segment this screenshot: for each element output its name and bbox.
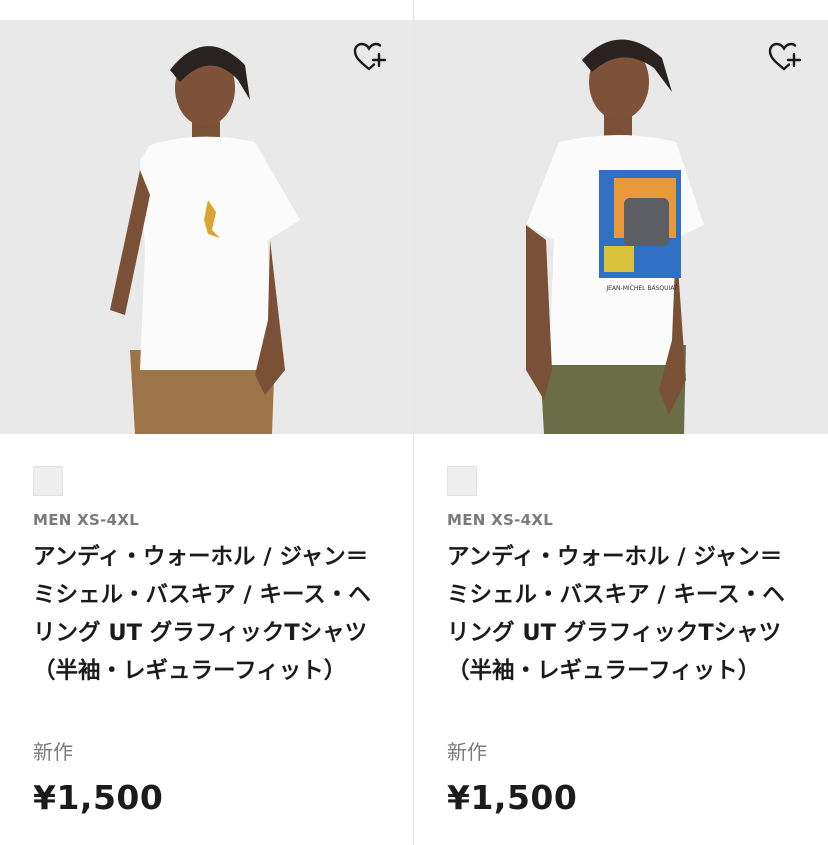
product-image[interactable] [0, 20, 413, 434]
new-tag: 新作 [33, 740, 73, 764]
top-spacer [0, 0, 828, 20]
gender-size: MEN XS-4XL [447, 511, 554, 529]
product-price: ¥1,500 [447, 778, 578, 817]
gender-size: MEN XS-4XL [33, 511, 140, 529]
product-grid: MEN XS-4XL アンディ・ウォーホル / ジャン＝ミシェル・バスキア / … [0, 0, 828, 845]
color-swatch[interactable] [33, 466, 63, 496]
product-name[interactable]: アンディ・ウォーホル / ジャン＝ミシェル・バスキア / キース・ヘリング UT… [33, 538, 388, 690]
product-name[interactable]: アンディ・ウォーホル / ジャン＝ミシェル・バスキア / キース・ヘリング UT… [447, 538, 802, 690]
heart-plus-icon [353, 42, 387, 71]
model-illustration [110, 46, 300, 434]
product-price: ¥1,500 [33, 778, 164, 817]
product-image[interactable]: JEAN-MICHEL BASQUIAT [414, 20, 828, 434]
product-card[interactable]: JEAN-MICHEL BASQUIAT MEN XS-4XL アンディ・ウォー… [414, 20, 828, 845]
heart-plus-icon [768, 42, 802, 71]
add-to-wishlist-button[interactable] [768, 42, 806, 80]
model-illustration: JEAN-MICHEL BASQUIAT [526, 39, 704, 434]
product-card[interactable]: MEN XS-4XL アンディ・ウォーホル / ジャン＝ミシェル・バスキア / … [0, 20, 413, 845]
new-tag: 新作 [447, 740, 487, 764]
color-swatch[interactable] [447, 466, 477, 496]
add-to-wishlist-button[interactable] [353, 42, 391, 80]
shirt-print-text: JEAN-MICHEL BASQUIAT [605, 285, 678, 292]
